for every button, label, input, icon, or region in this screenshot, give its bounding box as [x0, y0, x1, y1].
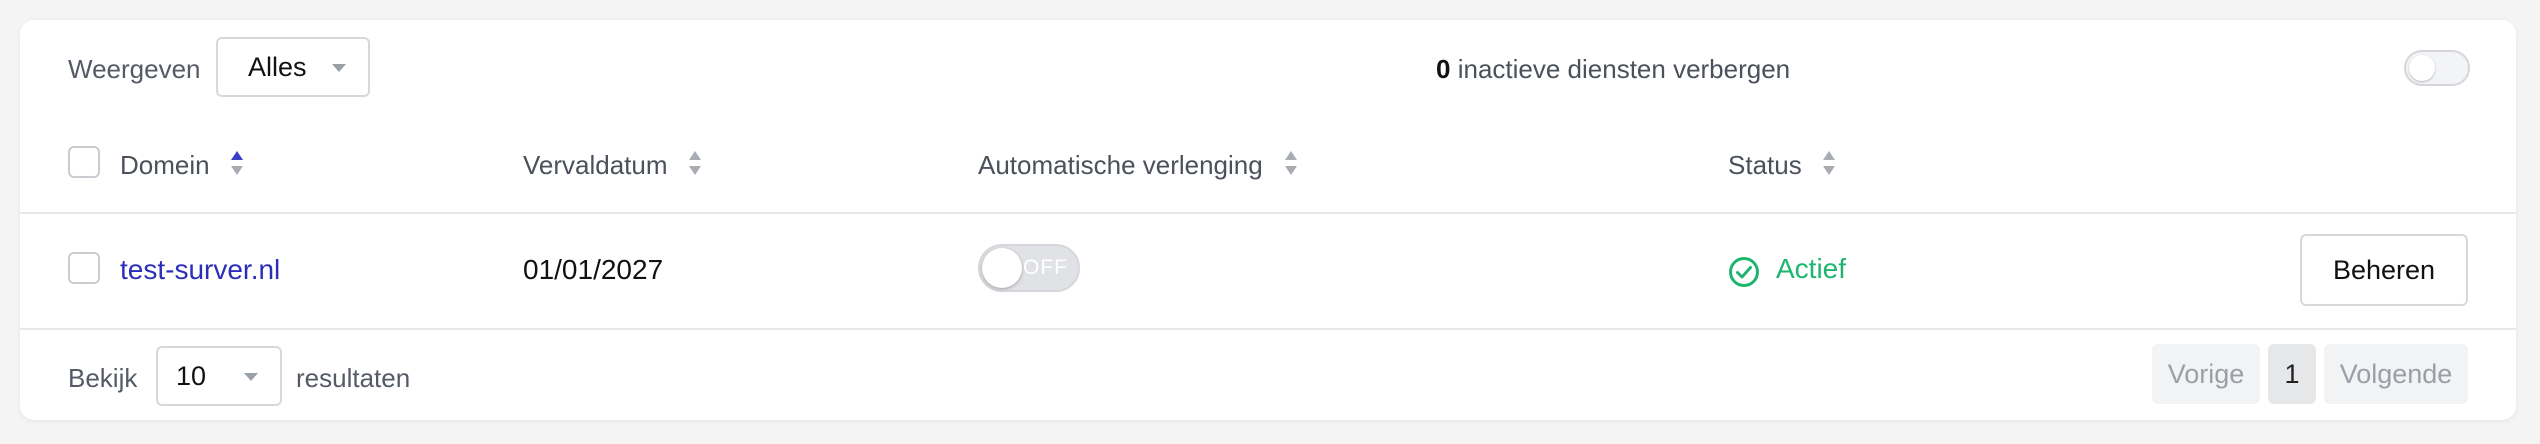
column-header-auto-renew[interactable]: Automatische verlenging — [978, 150, 1263, 181]
caret-down-icon — [244, 373, 258, 381]
status-badge: Actief — [1776, 253, 1847, 284]
toggle-knob — [2409, 55, 2435, 81]
manage-button[interactable]: Beheren — [2300, 234, 2468, 306]
hide-inactive-toggle[interactable] — [2404, 50, 2470, 86]
sort-expiry-icon[interactable] — [688, 149, 702, 177]
check-circle-icon — [1729, 257, 1759, 287]
page-size-label: Bekijk — [68, 363, 138, 393]
sort-domain-icon[interactable] — [230, 149, 244, 177]
row-divider — [20, 328, 2516, 330]
inactive-count: 0 — [1436, 54, 1451, 84]
column-header-status[interactable]: Status — [1728, 150, 1802, 181]
row-checkbox[interactable] — [68, 252, 100, 284]
page-size-select[interactable]: 10 — [156, 346, 282, 406]
results-label: resultaten — [296, 363, 411, 393]
column-header-domain[interactable]: Domein — [120, 150, 210, 181]
caret-down-icon — [332, 64, 346, 72]
expiry-date: 01/01/2027 — [523, 254, 664, 285]
toggle-knob — [982, 248, 1022, 288]
header-divider — [20, 212, 2516, 214]
sort-auto-renew-icon[interactable] — [1284, 149, 1298, 177]
hide-inactive-label: 0 inactieve diensten verbergen — [1436, 54, 1790, 85]
next-page-button[interactable]: Volgende — [2324, 344, 2468, 404]
select-all-checkbox[interactable] — [68, 146, 100, 178]
auto-renew-toggle[interactable]: OFF — [978, 244, 1080, 292]
page-size-value: 10 — [176, 360, 207, 391]
previous-page-button[interactable]: Vorige — [2152, 344, 2260, 404]
column-header-expiry[interactable]: Vervaldatum — [523, 150, 668, 181]
page-1-button[interactable]: 1 — [2268, 344, 2316, 404]
domain-link[interactable]: test-surver.nl — [120, 254, 280, 286]
sort-status-icon[interactable] — [1822, 149, 1836, 177]
show-filter-select[interactable]: Alles — [216, 37, 370, 97]
services-card: Weergeven Alles 0 inactieve diensten ver… — [20, 20, 2516, 420]
show-label: Weergeven — [68, 54, 201, 84]
show-filter-value: Alles — [248, 51, 307, 82]
hide-inactive-text: inactieve diensten verbergen — [1457, 54, 1791, 84]
auto-renew-state: OFF — [1023, 256, 1068, 279]
